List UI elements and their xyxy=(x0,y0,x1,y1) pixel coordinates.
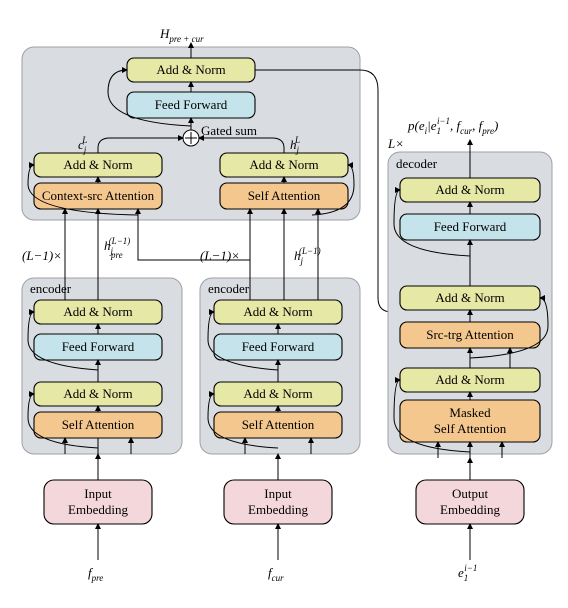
label: Add & Norm xyxy=(63,157,132,172)
svg-text:Self Attention: Self Attention xyxy=(434,421,507,436)
svg-text:Input: Input xyxy=(264,486,292,501)
Lx: L× xyxy=(387,136,404,151)
svg-text:Src-trg Attention: Src-trg Attention xyxy=(426,327,514,342)
svg-text:Embedding: Embedding xyxy=(248,502,308,517)
gated-sum-label: Gated sum xyxy=(201,123,257,138)
encoder-left-label: encoder xyxy=(30,281,72,296)
f-cur: fcur xyxy=(268,565,284,583)
label: Self Attention xyxy=(248,188,321,203)
encoder-mid-label: encoder xyxy=(208,281,250,296)
svg-text:Add & Norm: Add & Norm xyxy=(243,304,312,319)
svg-text:Add & Norm: Add & Norm xyxy=(435,372,504,387)
hjpre-label: hjpre(L−1) xyxy=(104,236,130,260)
svg-text:Add & Norm: Add & Norm xyxy=(63,386,132,401)
svg-text:Masked: Masked xyxy=(449,405,491,420)
label: Add & Norm xyxy=(249,157,318,172)
H-label: Hpre + cur xyxy=(159,26,204,44)
label: Add & Norm xyxy=(156,62,225,77)
lm1-left: (L−1)× xyxy=(22,248,62,263)
svg-text:Add & Norm: Add & Norm xyxy=(243,386,312,401)
svg-text:Embedding: Embedding xyxy=(68,502,128,517)
label: Context-src Attention xyxy=(42,188,155,203)
p-output: p(ei|e1i−1, fcur, fpre) xyxy=(407,116,498,136)
f-pre: fpre xyxy=(88,565,103,583)
lm1-mid: (L−1)× xyxy=(200,248,240,263)
svg-text:Self Attention: Self Attention xyxy=(242,417,315,432)
decoder-label: decoder xyxy=(396,156,438,171)
svg-text:Self Attention: Self Attention xyxy=(62,417,135,432)
e-input: e1i−1 xyxy=(458,563,477,583)
svg-text:Embedding: Embedding xyxy=(440,502,500,517)
svg-text:Feed Forward: Feed Forward xyxy=(242,339,315,354)
svg-text:Feed Forward: Feed Forward xyxy=(62,339,135,354)
label: Feed Forward xyxy=(155,97,228,112)
svg-text:Add & Norm: Add & Norm xyxy=(435,182,504,197)
hj-lm1-label: hj(L−1) xyxy=(294,246,321,266)
svg-text:Feed Forward: Feed Forward xyxy=(434,219,507,234)
svg-text:Input: Input xyxy=(84,486,112,501)
svg-text:Add & Norm: Add & Norm xyxy=(63,304,132,319)
svg-text:Output: Output xyxy=(452,486,489,501)
svg-text:Add & Norm: Add & Norm xyxy=(435,290,504,305)
